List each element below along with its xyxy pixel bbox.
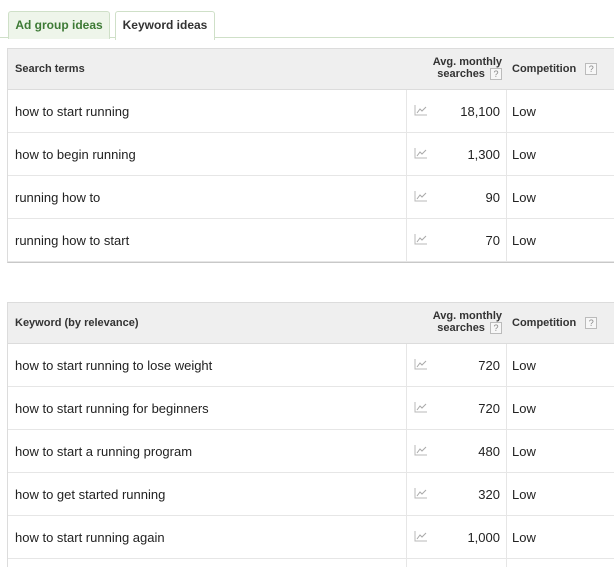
competition-value: Low [512, 487, 536, 502]
keyword-text[interactable]: how to get started running [15, 487, 165, 502]
table-row[interactable]: how to start a running program 480 Low [8, 430, 614, 473]
table-row[interactable]: how to begin running 1,300 Low [8, 133, 614, 176]
table-row[interactable]: how to start running again 1,000 Low [8, 516, 614, 559]
trend-chart-icon[interactable] [414, 530, 428, 542]
keyword-text[interactable]: running how to [15, 190, 100, 205]
avg-header-line2: searches [437, 68, 485, 80]
competition-value: Low [512, 444, 536, 459]
competition-value: Low [512, 233, 536, 248]
keyword-text[interactable]: how to start running again [15, 530, 165, 545]
keyword-ideas-table: Keyword (by relevance) Avg. monthly sear… [7, 302, 614, 567]
column-header-avg-monthly-searches[interactable]: Avg. monthly searches ? [400, 310, 502, 335]
table-row[interactable]: how to start running to lose weight 720 Lo… [8, 344, 614, 387]
avg-monthly-searches-value: 70 [485, 233, 500, 248]
avg-header-line1: Avg. monthly [432, 56, 502, 68]
column-header-competition[interactable]: Competition ? [512, 63, 598, 76]
keyword-text[interactable]: how to start running [15, 104, 129, 119]
tab-ad-group-ideas[interactable]: Ad group ideas [8, 11, 110, 39]
trend-chart-icon[interactable] [414, 401, 428, 413]
trend-chart-icon[interactable] [414, 104, 428, 116]
keyword-text[interactable]: how to start running for beginners [15, 401, 209, 416]
keyword-text[interactable]: how to begin running [15, 147, 136, 162]
table-row[interactable]: running how to 90 Low [8, 176, 614, 219]
competition-value: Low [512, 147, 536, 162]
table-row[interactable]: how to start running for beginners 720 Low [8, 387, 614, 430]
competition-header-label: Competition [512, 317, 577, 329]
trend-chart-icon[interactable] [414, 147, 428, 159]
trend-chart-icon[interactable] [414, 233, 428, 245]
tab-bar: Ad group ideas Keyword ideas [0, 0, 614, 40]
competition-header-label: Competition [512, 63, 577, 75]
trend-chart-icon[interactable] [414, 444, 428, 456]
search-terms-table: Search terms Avg. monthly searches ? Com… [7, 48, 614, 263]
avg-header-line1: Avg. monthly [432, 310, 502, 322]
competition-value: Low [512, 190, 536, 205]
table-header: Search terms Avg. monthly searches ? Com… [8, 49, 614, 90]
avg-monthly-searches-value: 1,300 [467, 147, 500, 162]
avg-monthly-searches-value: 720 [478, 401, 500, 416]
help-question-icon[interactable]: ? [490, 68, 502, 81]
table-row[interactable]: how to start running 18,100 Low [8, 90, 614, 133]
table-row[interactable]: how to get started running 320 Low [8, 473, 614, 516]
competition-value: Low [512, 401, 536, 416]
table-row[interactable]: running how to start 70 Low [8, 219, 614, 262]
competition-value: Low [512, 104, 536, 119]
trend-chart-icon[interactable] [414, 487, 428, 499]
column-header-search-terms[interactable]: Search terms [15, 63, 85, 75]
trend-chart-icon[interactable] [414, 358, 428, 370]
avg-monthly-searches-value: 18,100 [460, 104, 500, 119]
help-question-icon[interactable]: ? [585, 63, 598, 76]
avg-monthly-searches-value: 1,000 [467, 530, 500, 545]
keyword-text[interactable]: how to start running to lose weight [15, 358, 212, 373]
column-header-competition[interactable]: Competition ? [512, 317, 598, 330]
avg-monthly-searches-value: 320 [478, 487, 500, 502]
help-question-icon[interactable]: ? [585, 317, 598, 330]
trend-chart-icon[interactable] [414, 190, 428, 202]
avg-monthly-searches-value: 90 [485, 190, 500, 205]
keyword-text[interactable]: running how to start [15, 233, 129, 248]
table-header: Keyword (by relevance) Avg. monthly sear… [8, 303, 614, 344]
tab-keyword-ideas[interactable]: Keyword ideas [115, 11, 215, 40]
avg-monthly-searches-value: 720 [478, 358, 500, 373]
keyword-text[interactable]: how to start a running program [15, 444, 192, 459]
column-header-keyword-by-relevance[interactable]: Keyword (by relevance) [15, 317, 139, 329]
help-question-icon[interactable]: ? [490, 322, 502, 335]
avg-monthly-searches-value: 480 [478, 444, 500, 459]
column-header-avg-monthly-searches[interactable]: Avg. monthly searches ? [400, 56, 502, 81]
avg-header-line2: searches [437, 322, 485, 334]
competition-value: Low [512, 530, 536, 545]
competition-value: Low [512, 358, 536, 373]
